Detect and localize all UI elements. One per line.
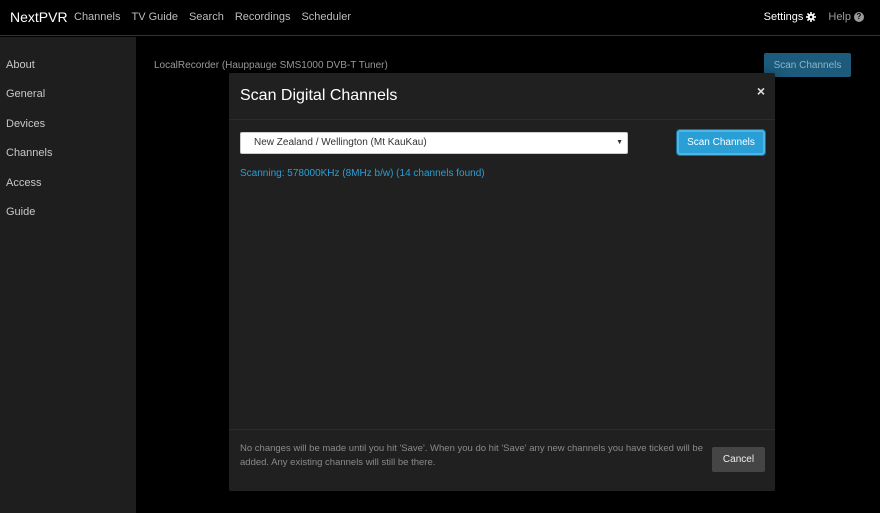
top-navbar: NextPVR Channels TV Guide Search Recordi… xyxy=(0,0,880,36)
caret-down-icon: ▼ xyxy=(616,139,623,146)
sidebar-item-general[interactable]: General xyxy=(6,88,45,100)
scan-channels-modal: Scan Digital Channels × New Zealand / We… xyxy=(229,73,775,491)
sidebar-item-guide[interactable]: Guide xyxy=(6,206,35,218)
modal-title: Scan Digital Channels xyxy=(240,87,398,104)
background-scan-channels-button[interactable]: Scan Channels xyxy=(764,53,851,77)
nav-link-search[interactable]: Search xyxy=(189,11,224,23)
sidebar-item-devices[interactable]: Devices xyxy=(6,118,45,130)
nav-links: Channels TV Guide Search Recordings Sche… xyxy=(74,11,362,23)
sidebar-item-about[interactable]: About xyxy=(6,59,35,71)
question-circle-icon: ? xyxy=(854,12,864,22)
modal-header: Scan Digital Channels × xyxy=(229,73,775,120)
cancel-button[interactable]: Cancel xyxy=(712,447,765,472)
help-label: Help xyxy=(828,11,851,23)
nav-link-recordings[interactable]: Recordings xyxy=(235,11,291,23)
settings-label: Settings xyxy=(763,11,804,23)
gear-icon xyxy=(806,12,817,22)
help-menu[interactable]: Help ? xyxy=(828,11,864,23)
region-select[interactable]: New Zealand / Wellington (Mt KauKau) ▼ xyxy=(240,132,628,154)
sidebar-item-access[interactable]: Access xyxy=(6,177,41,189)
scan-status: Scanning: 578000KHz (8MHz b/w) (14 chann… xyxy=(240,168,485,179)
close-icon[interactable]: × xyxy=(757,83,765,99)
tuner-label: LocalRecorder (Hauppauge SMS1000 DVB-T T… xyxy=(154,60,388,71)
sidebar-item-channels[interactable]: Channels xyxy=(6,147,52,159)
scan-channels-button[interactable]: Scan Channels xyxy=(677,130,765,155)
nav-right: Settings Help ? xyxy=(764,11,864,23)
nav-link-channels[interactable]: Channels xyxy=(74,11,120,23)
brand-logo[interactable]: NextPVR xyxy=(10,9,68,25)
modal-footer: No changes will be made until you hit 'S… xyxy=(229,429,775,491)
sidebar: About General Devices Channels Access Gu… xyxy=(0,37,136,513)
region-select-value: New Zealand / Wellington (Mt KauKau) xyxy=(254,137,427,148)
footer-note: No changes will be made until you hit 'S… xyxy=(240,443,703,468)
settings-menu[interactable]: Settings xyxy=(764,11,817,23)
nav-link-tv-guide[interactable]: TV Guide xyxy=(131,11,177,23)
nav-link-scheduler[interactable]: Scheduler xyxy=(301,11,351,23)
